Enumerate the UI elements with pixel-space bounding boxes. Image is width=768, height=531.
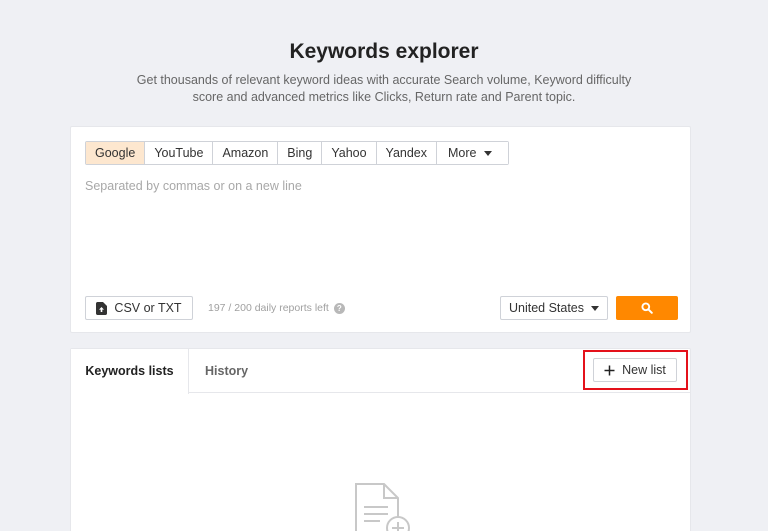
search-button[interactable]	[616, 296, 678, 320]
document-add-icon	[355, 483, 410, 531]
help-icon[interactable]: ?	[333, 302, 345, 314]
subtitle-line-1: Get thousands of relevant keyword ideas …	[136, 73, 632, 87]
engine-tab-more[interactable]: More	[437, 142, 508, 164]
engine-tab-google[interactable]: Google	[86, 142, 146, 164]
upload-label: CSV or TXT	[114, 301, 182, 315]
page-title: Keywords explorer	[289, 40, 479, 63]
reports-left-text: 197 / 200 daily reports left	[208, 302, 329, 314]
tab-keywords-lists[interactable]: Keywords lists	[71, 349, 189, 394]
more-label: More	[448, 146, 477, 160]
upload-file-icon	[96, 301, 108, 315]
country-select[interactable]: United States	[500, 296, 608, 320]
engine-tab-amazon[interactable]: Amazon	[213, 142, 279, 164]
keywords-input[interactable]: Separated by commas or on a new line	[85, 179, 675, 289]
search-icon	[641, 302, 653, 314]
engine-tab-bing[interactable]: Bing	[278, 142, 323, 164]
lists-tabs: Keywords lists History New list	[71, 349, 690, 394]
subtitle-line-2: score and advanced metrics like Clicks, …	[192, 90, 576, 104]
tab-history[interactable]: History	[205, 349, 248, 393]
new-list-label: New list	[622, 363, 666, 377]
engine-tab-youtube[interactable]: YouTube	[145, 142, 214, 164]
page-subtitle: Get thousands of relevant keyword ideas …	[0, 72, 768, 106]
reports-left: 197 / 200 daily reports left ?	[208, 302, 345, 314]
chevron-down-icon	[483, 150, 492, 156]
upload-csv-button[interactable]: CSV or TXT	[85, 296, 193, 320]
keywords-placeholder: Separated by commas or on a new line	[85, 179, 302, 193]
new-list-button[interactable]: New list	[593, 358, 677, 382]
engine-tab-yahoo[interactable]: Yahoo	[322, 142, 377, 164]
country-selected: United States	[508, 301, 585, 315]
search-card: Google YouTube Amazon Bing Yahoo Yandex …	[70, 126, 691, 333]
lists-card: Keywords lists History New list	[70, 348, 691, 531]
engine-tab-yandex[interactable]: Yandex	[376, 142, 438, 164]
chevron-down-icon	[591, 305, 600, 311]
engine-tabs: Google YouTube Amazon Bing Yahoo Yandex …	[85, 141, 509, 165]
plus-icon	[604, 365, 615, 375]
